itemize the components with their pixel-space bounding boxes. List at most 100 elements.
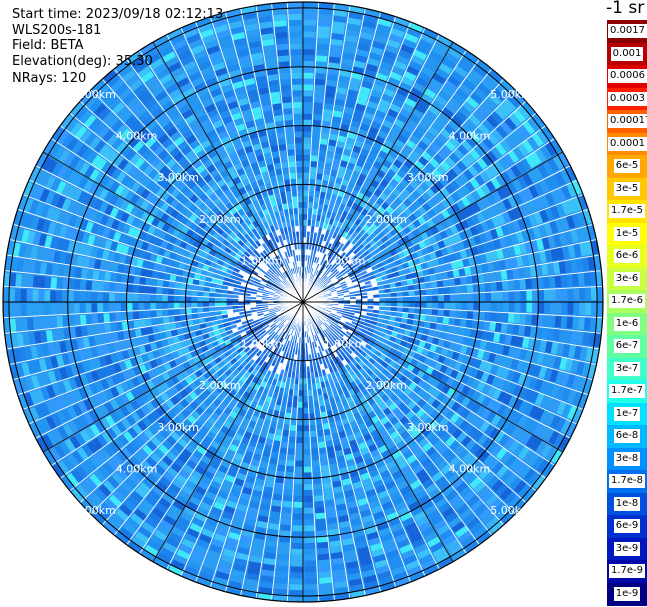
gate-cell xyxy=(173,309,181,316)
gate-cell xyxy=(321,464,330,472)
gate-cell xyxy=(449,309,456,318)
gate-cell xyxy=(304,490,314,497)
gate-cell xyxy=(144,286,151,294)
gate-cell xyxy=(303,102,313,109)
gate-cell xyxy=(91,303,98,314)
gate-cell xyxy=(179,289,186,296)
gate-cell xyxy=(361,302,368,305)
gate-cell xyxy=(287,454,295,461)
gate-cell xyxy=(549,288,556,301)
gate-cell xyxy=(73,303,80,314)
gate-cell xyxy=(579,287,586,301)
gate-cell xyxy=(289,436,296,443)
gate-cell xyxy=(104,271,112,282)
gate-cell xyxy=(455,302,462,310)
gate-cell xyxy=(308,196,314,203)
gate-cell xyxy=(292,407,298,414)
gate-cell xyxy=(532,302,539,313)
gate-cell xyxy=(74,315,81,326)
gate-cell xyxy=(542,276,550,288)
gate-cell xyxy=(502,291,509,301)
gate-cell xyxy=(304,472,313,479)
gate-cell xyxy=(303,54,315,62)
gate-cell xyxy=(572,316,580,330)
ppi-plot: 1.00km1.00km1.00km1.00km2.00km2.00km2.00… xyxy=(2,1,604,603)
gate-cell xyxy=(67,303,74,315)
gate-cell xyxy=(314,489,324,496)
gate-cell xyxy=(167,295,174,302)
gate-cell xyxy=(289,589,303,597)
gate-cell xyxy=(61,303,68,315)
gate-cell xyxy=(513,279,521,290)
gate-cell xyxy=(280,524,292,532)
gate-cell xyxy=(108,293,115,302)
gate-cell xyxy=(502,312,509,323)
gate-cell xyxy=(311,137,320,144)
gate-cell xyxy=(479,292,486,301)
gate-cell xyxy=(155,295,162,302)
gate-cell xyxy=(304,595,319,602)
gate-cell xyxy=(437,309,444,316)
gate-cell xyxy=(156,287,163,295)
gate-cell xyxy=(291,413,298,420)
gate-cell xyxy=(488,271,496,282)
gate-cell xyxy=(277,553,290,561)
gate-cell xyxy=(426,295,433,302)
gate-cell xyxy=(573,302,580,315)
gate-cell xyxy=(290,560,303,567)
gate-cell xyxy=(584,316,591,331)
gate-cell xyxy=(555,288,562,301)
gate-cell xyxy=(303,172,309,179)
gate-cell xyxy=(167,309,175,317)
gate-cell xyxy=(319,144,327,151)
gate-cell xyxy=(455,310,462,318)
gate-cell xyxy=(138,311,145,320)
gate-cell xyxy=(291,554,303,561)
gate-cell xyxy=(304,566,318,573)
gate-cell xyxy=(292,531,303,538)
gate-cell xyxy=(303,60,315,67)
gate-cell xyxy=(167,302,174,310)
gate-cell xyxy=(3,303,10,318)
gate-cell xyxy=(179,302,186,309)
gate-cell xyxy=(496,281,503,291)
gate-cell xyxy=(14,303,21,318)
gate-cell xyxy=(519,278,527,290)
gate-cell xyxy=(316,43,329,51)
gate-cell xyxy=(303,178,309,185)
gate-cell xyxy=(274,482,284,490)
gate-cell xyxy=(414,302,421,308)
gate-cell xyxy=(317,25,331,33)
gate-cell xyxy=(320,132,329,140)
gate-cell xyxy=(319,577,333,584)
gate-cell xyxy=(115,273,123,283)
gate-cell xyxy=(438,294,445,302)
gate-cell xyxy=(465,275,473,284)
gate-cell xyxy=(276,565,290,573)
gate-cell xyxy=(314,72,326,80)
gate-cell xyxy=(490,311,497,322)
gate-cell xyxy=(316,37,330,45)
gate-cell xyxy=(303,407,309,414)
gate-cell xyxy=(304,542,316,550)
gate-cell xyxy=(278,542,291,549)
gate-cell xyxy=(532,289,539,301)
gate-cell xyxy=(449,302,456,310)
gate-cell xyxy=(214,297,221,302)
gate-cell xyxy=(297,407,303,414)
gate-cell xyxy=(444,302,451,309)
gate-cell xyxy=(314,84,325,92)
gate-cell xyxy=(303,49,315,56)
gate-cell xyxy=(585,286,592,301)
gate-cell xyxy=(303,2,317,9)
gate-cell xyxy=(519,313,527,324)
gate-cell xyxy=(391,302,398,307)
gate-cell xyxy=(14,288,21,302)
gate-cell xyxy=(467,293,474,301)
gate-cell xyxy=(15,318,23,333)
gate-cell xyxy=(538,302,545,314)
gate-cell xyxy=(303,7,317,15)
gate-cell xyxy=(303,19,317,26)
gate-cell xyxy=(449,294,456,302)
gate-cell xyxy=(226,298,233,302)
